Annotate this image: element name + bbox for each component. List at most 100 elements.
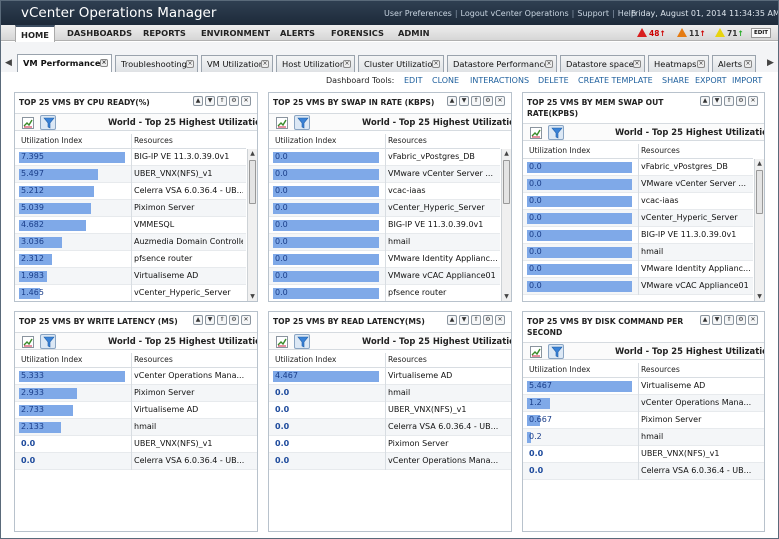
close-icon[interactable]: ✕ <box>495 315 505 325</box>
close-icon[interactable]: ✕ <box>495 96 505 106</box>
maximize-icon[interactable]: ⇑ <box>724 315 734 325</box>
support-link[interactable]: Support <box>577 9 609 18</box>
widget-scrollbar[interactable]: ▲ ▼ <box>754 159 764 301</box>
scroll-up-icon[interactable]: ▲ <box>248 149 257 158</box>
tab-vm-utilization[interactable]: VM Utilization × <box>201 55 273 72</box>
column-header-utilization[interactable]: Utilization Index <box>21 355 82 364</box>
tab-heatmaps[interactable]: Heatmaps × <box>648 55 709 72</box>
scroll-up-icon[interactable]: ▲ <box>502 149 511 158</box>
move-up-icon[interactable]: ▲ <box>700 96 710 106</box>
scroll-up-icon[interactable]: ▲ <box>755 159 764 168</box>
maximize-icon[interactable]: ⇑ <box>217 315 227 325</box>
column-header-resources[interactable]: Resources <box>134 355 173 364</box>
column-header-resources[interactable]: Resources <box>388 136 427 145</box>
table-row[interactable]: 2.733 Virtualiseme AD <box>15 402 257 419</box>
table-row[interactable]: 0.0 UBER_VNX(NFS)_v1 <box>15 436 257 453</box>
nav-forensics[interactable]: FORENSICS <box>331 25 384 41</box>
table-row[interactable]: 0.0 hmail <box>269 385 511 402</box>
table-row[interactable]: 0.0 UBER_VNX(NFS)_v1 <box>269 402 511 419</box>
tool-interactions[interactable]: INTERACTIONS <box>470 76 529 86</box>
nav-reports[interactable]: REPORTS <box>143 25 186 41</box>
chart-icon[interactable] <box>22 117 34 129</box>
settings-icon[interactable]: ⚙ <box>736 315 746 325</box>
table-row[interactable]: 0.0 Celerra VSA 6.0.36.4 - UB... <box>269 419 511 436</box>
close-icon[interactable]: × <box>261 60 269 68</box>
collapse-icon[interactable]: ▼ <box>205 315 215 325</box>
alert-immediate[interactable]: 11↑ <box>677 28 706 38</box>
maximize-icon[interactable]: ⇑ <box>724 96 734 106</box>
table-row[interactable]: 2.133 hmail <box>15 419 257 436</box>
close-icon[interactable]: ✕ <box>241 315 251 325</box>
tab-datastore-performance[interactable]: Datastore Performance × <box>447 55 557 72</box>
settings-icon[interactable]: ⚙ <box>483 315 493 325</box>
settings-icon[interactable]: ⚙ <box>736 96 746 106</box>
nav-home[interactable]: HOME <box>15 25 55 42</box>
table-row[interactable]: 0.0 Celerra VSA 6.0.36.4 - UB... <box>15 453 257 470</box>
alert-warning[interactable]: 71↑ <box>715 28 744 38</box>
column-header-resources[interactable]: Resources <box>641 365 680 374</box>
close-icon[interactable]: × <box>100 59 108 67</box>
close-icon[interactable]: × <box>186 60 194 68</box>
maximize-icon[interactable]: ⇑ <box>217 96 227 106</box>
collapse-icon[interactable]: ▼ <box>712 315 722 325</box>
move-up-icon[interactable]: ▲ <box>447 96 457 106</box>
scroll-down-icon[interactable]: ▼ <box>502 292 511 301</box>
column-header-utilization[interactable]: Utilization Index <box>529 146 590 155</box>
tab-vm-performance[interactable]: VM Performance × <box>17 54 112 72</box>
move-up-icon[interactable]: ▲ <box>193 96 203 106</box>
table-row[interactable]: 5.333 vCenter Operations Mana... <box>15 368 257 385</box>
tabs-scroll-right-icon[interactable]: ▶ <box>765 55 776 71</box>
close-icon[interactable]: × <box>633 60 641 68</box>
nav-edit-button[interactable]: EDIT <box>751 28 771 38</box>
column-header-utilization[interactable]: Utilization Index <box>275 136 336 145</box>
tab-cluster-utilization[interactable]: Cluster Utilization × <box>358 55 444 72</box>
column-header-utilization[interactable]: Utilization Index <box>275 355 336 364</box>
column-header-utilization[interactable]: Utilization Index <box>21 136 82 145</box>
close-icon[interactable]: ✕ <box>241 96 251 106</box>
tool-share[interactable]: SHARE <box>662 76 689 86</box>
close-icon[interactable]: × <box>432 60 440 68</box>
widget-scrollbar[interactable]: ▲ ▼ <box>501 149 511 301</box>
close-icon[interactable]: ✕ <box>748 96 758 106</box>
tabs-scroll-left-icon[interactable]: ◀ <box>3 55 14 71</box>
widget-scrollbar[interactable]: ▲ ▼ <box>247 149 257 301</box>
logout-link[interactable]: Logout vCenter Operations <box>461 9 569 18</box>
chart-icon[interactable] <box>22 336 34 348</box>
table-row[interactable]: 5.467 Virtualiseme AD <box>523 378 764 395</box>
chart-icon[interactable] <box>276 117 288 129</box>
column-header-resources[interactable]: Resources <box>134 136 173 145</box>
scroll-down-icon[interactable]: ▼ <box>755 292 764 301</box>
tool-clone[interactable]: CLONE <box>432 76 459 86</box>
close-icon[interactable]: × <box>343 60 351 68</box>
collapse-icon[interactable]: ▼ <box>459 96 469 106</box>
collapse-icon[interactable]: ▼ <box>459 315 469 325</box>
move-up-icon[interactable]: ▲ <box>447 315 457 325</box>
chart-icon[interactable] <box>276 336 288 348</box>
scroll-down-icon[interactable]: ▼ <box>248 292 257 301</box>
scroll-thumb[interactable] <box>756 170 763 214</box>
chart-icon[interactable] <box>530 127 542 139</box>
tool-import[interactable]: IMPORT <box>732 76 762 86</box>
alert-critical[interactable]: 48↑ <box>637 28 666 38</box>
table-row[interactable]: 0.0 UBER_VNX(NFS)_v1 <box>523 446 764 463</box>
close-icon[interactable]: × <box>744 60 752 68</box>
nav-alerts[interactable]: ALERTS <box>280 25 315 41</box>
close-icon[interactable]: ✕ <box>748 315 758 325</box>
tool-create-template[interactable]: CREATE TEMPLATE <box>578 76 653 86</box>
table-row[interactable]: 1.2 vCenter Operations Mana... <box>523 395 764 412</box>
tab-host-utilization[interactable]: Host Utilization × <box>276 55 355 72</box>
user-preferences-link[interactable]: User Preferences <box>384 9 452 18</box>
close-icon[interactable]: × <box>545 60 553 68</box>
move-up-icon[interactable]: ▲ <box>193 315 203 325</box>
close-icon[interactable]: × <box>697 60 705 68</box>
table-row[interactable]: 2.933 Piximon Server <box>15 385 257 402</box>
chart-icon[interactable] <box>530 346 542 358</box>
nav-dashboards[interactable]: DASHBOARDS <box>67 25 132 41</box>
collapse-icon[interactable]: ▼ <box>205 96 215 106</box>
tool-delete[interactable]: DELETE <box>538 76 569 86</box>
scroll-thumb[interactable] <box>249 160 256 204</box>
column-header-resources[interactable]: Resources <box>641 146 680 155</box>
table-row[interactable]: 0.0 Piximon Server <box>269 436 511 453</box>
tool-edit[interactable]: EDIT <box>404 76 422 86</box>
scroll-thumb[interactable] <box>503 160 510 204</box>
